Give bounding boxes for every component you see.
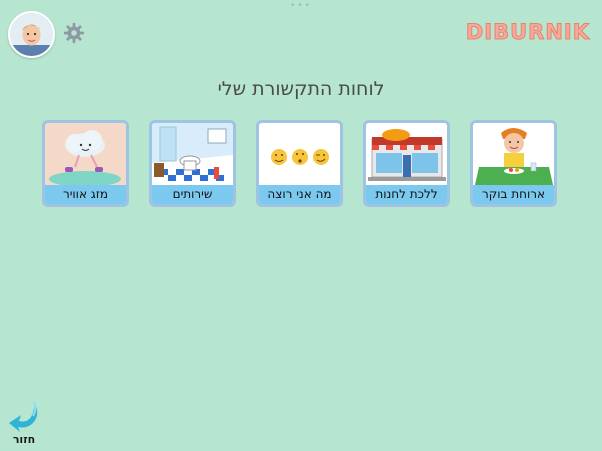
user-avatar[interactable] (8, 11, 55, 58)
board-card-store[interactable]: ללכת לחנות (363, 120, 450, 207)
board-label: מזג אוויר (45, 185, 126, 204)
board-label: שירותים (152, 185, 233, 204)
back-label: חזור (12, 433, 36, 446)
back-arrow-icon (9, 401, 38, 432)
board-card-breakfast[interactable]: ארוחת בוקר (470, 120, 557, 207)
emoji-faces-image (259, 123, 340, 185)
store-image (366, 123, 447, 185)
back-button[interactable]: חזור (4, 398, 44, 446)
page-title: לוחות התקשורת שלי (217, 78, 385, 100)
board-card-bathroom[interactable]: שירותים (149, 120, 236, 207)
app-logo: DIBURNIK (465, 20, 590, 45)
board-card-what-i-want[interactable]: מה אני רוצה (256, 120, 343, 207)
settings-gear-icon[interactable] (63, 22, 85, 44)
weather-cloud-image (45, 123, 126, 185)
bathroom-image (152, 123, 233, 185)
board-card-weather[interactable]: מזג אוויר (42, 120, 129, 207)
board-label: מה אני רוצה (259, 185, 340, 204)
breakfast-boy-image (473, 123, 554, 185)
boards-grid: מזג אוויר שירותים מה אני רוצה ללכת לחנות… (42, 120, 559, 210)
board-label: ארוחת בוקר (473, 185, 554, 204)
avatar-photo (10, 13, 53, 56)
top-handle: ••• (290, 1, 312, 11)
board-label: ללכת לחנות (366, 185, 447, 204)
